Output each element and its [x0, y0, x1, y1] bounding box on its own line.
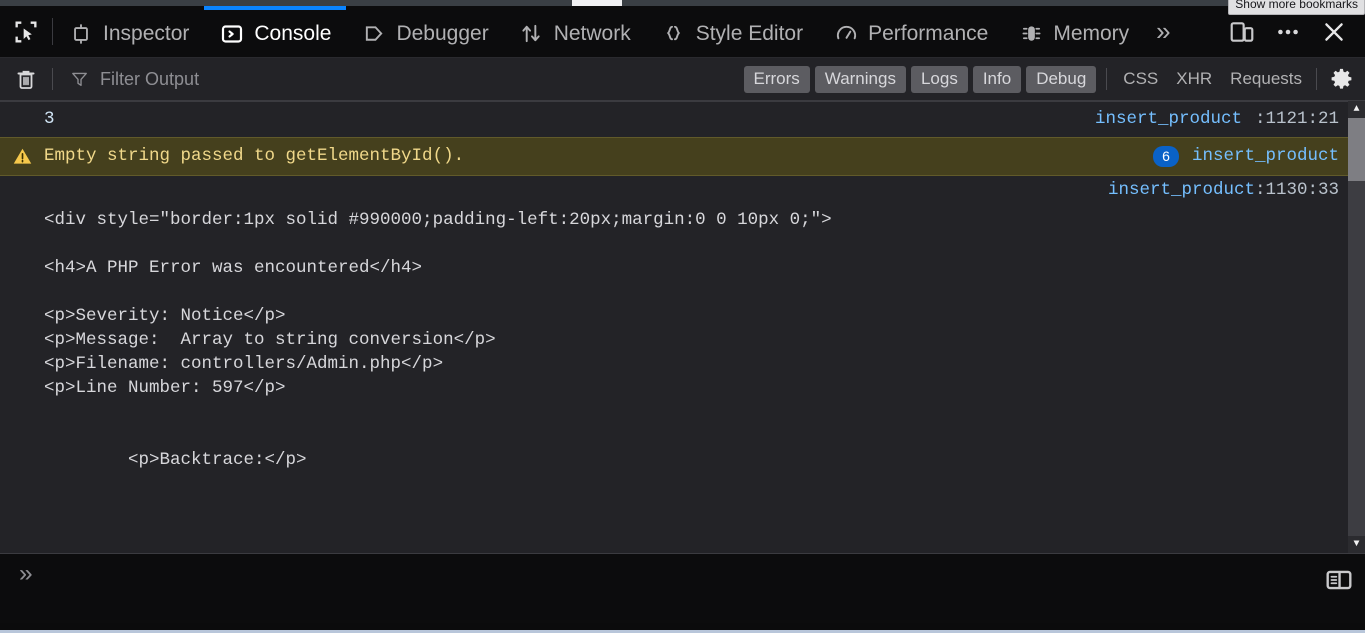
- element-picker-icon: [15, 21, 37, 42]
- filter-warnings-button[interactable]: Warnings: [814, 65, 906, 93]
- console-icon: [219, 21, 245, 47]
- tab-network-label: Network: [553, 21, 631, 45]
- log-message-text: <div style="border:1px solid #990000;pad…: [44, 210, 832, 470]
- tab-console-label: Console: [254, 21, 332, 45]
- memory-icon: [1018, 21, 1044, 47]
- tab-debugger-label: Debugger: [396, 21, 489, 45]
- filter-logs-button[interactable]: Logs: [910, 65, 968, 93]
- inspector-icon: [68, 21, 94, 47]
- log-source-lineno: :1130:33: [1254, 180, 1339, 200]
- repeat-count-badge: 6: [1153, 145, 1179, 167]
- tab-inspector-label: Inspector: [103, 21, 190, 45]
- warning-triangle-icon: [0, 144, 44, 167]
- tab-style-editor[interactable]: Style Editor: [646, 6, 818, 57]
- console-message-warning[interactable]: Empty string passed to getElementById().…: [0, 137, 1365, 176]
- console-eval-input[interactable]: [52, 554, 1365, 585]
- console-input-bar: »: [0, 553, 1365, 626]
- gear-icon: [1331, 68, 1351, 89]
- clear-console-button[interactable]: [0, 58, 52, 101]
- style-editor-icon: [661, 21, 687, 47]
- severity-filter-group: Errors Warnings Logs Info Debug: [732, 65, 1107, 93]
- console-filter-toolbar: Errors Warnings Logs Info Debug CSS XHR …: [0, 58, 1365, 101]
- eval-prompt-icon: »: [18, 562, 34, 589]
- show-more-bookmarks-tooltip: Show more bookmarks: [1228, 0, 1365, 15]
- filter-requests-button[interactable]: Requests: [1230, 69, 1302, 89]
- log-source-link[interactable]: insert_product:1130:33: [0, 176, 1365, 202]
- filter-output-input[interactable]: [98, 67, 732, 91]
- log-icon: [0, 208, 44, 210]
- console-message-result[interactable]: 3 insert_product :1121:21: [0, 101, 1365, 137]
- tab-style-editor-label: Style Editor: [695, 21, 804, 45]
- responsive-design-mode-icon: [1230, 21, 1254, 42]
- filter-css-button[interactable]: CSS: [1123, 69, 1158, 89]
- trash-icon: [17, 70, 35, 89]
- console-settings-button[interactable]: [1317, 58, 1365, 101]
- console-output-panel[interactable]: 3 insert_product :1121:21 Empty string pa…: [0, 101, 1365, 553]
- tab-debugger[interactable]: Debugger: [346, 6, 503, 57]
- scroll-down-arrow-icon[interactable]: ▼: [1348, 536, 1365, 553]
- debugger-icon: [361, 21, 387, 47]
- devtools-tab-list: Inspector Console Debugger Network Style…: [53, 6, 1219, 57]
- result-source-link[interactable]: insert_product :1121:21: [1081, 107, 1339, 131]
- page-bottom-sliver: [0, 623, 1365, 633]
- scroll-up-arrow-icon[interactable]: ▲: [1348, 101, 1365, 118]
- result-message-text: 3: [44, 109, 55, 129]
- filter-input-container: [53, 67, 732, 91]
- console-output-scrollbar[interactable]: ▲ ▼: [1348, 101, 1365, 553]
- more-options-icon: [1278, 29, 1298, 34]
- result-source-text: insert_product: [1094, 109, 1242, 129]
- warning-source-text: insert_product: [1191, 146, 1339, 166]
- tab-memory-label: Memory: [1053, 21, 1130, 45]
- filter-info-button[interactable]: Info: [972, 65, 1022, 93]
- tab-network[interactable]: Network: [504, 6, 646, 57]
- filter-xhr-button[interactable]: XHR: [1176, 69, 1212, 89]
- performance-icon: [833, 21, 859, 47]
- tab-console[interactable]: Console: [204, 6, 347, 57]
- scrollbar-thumb[interactable]: [1348, 118, 1365, 181]
- warning-message-text: Empty string passed to getElementById().: [44, 146, 465, 166]
- tab-inspector[interactable]: Inspector: [53, 6, 204, 57]
- result-icon: [0, 107, 44, 109]
- element-picker-button[interactable]: [0, 6, 52, 57]
- devtools-toolbar: Inspector Console Debugger Network Style…: [0, 6, 1365, 58]
- split-console-icon: [1326, 570, 1352, 590]
- result-source-lineno: :1121:21: [1254, 109, 1339, 129]
- tab-memory[interactable]: Memory: [1003, 6, 1144, 57]
- tabs-overflow-button[interactable]: »: [1144, 6, 1182, 57]
- filter-debug-button[interactable]: Debug: [1026, 65, 1097, 93]
- warning-source-link[interactable]: 6 insert_product: [1139, 144, 1339, 168]
- tab-performance-label: Performance: [868, 21, 989, 45]
- category-filter-group: CSS XHR Requests: [1107, 69, 1316, 89]
- console-message-log[interactable]: <div style="border:1px solid #990000;pad…: [0, 202, 1365, 473]
- funnel-icon: [72, 72, 87, 87]
- network-icon: [519, 21, 545, 47]
- tab-performance[interactable]: Performance: [818, 6, 1003, 57]
- filter-errors-button[interactable]: Errors: [743, 65, 810, 93]
- log-source-text: insert_product: [1107, 180, 1255, 200]
- close-icon: [1325, 22, 1343, 41]
- split-console-button[interactable]: [1321, 564, 1357, 596]
